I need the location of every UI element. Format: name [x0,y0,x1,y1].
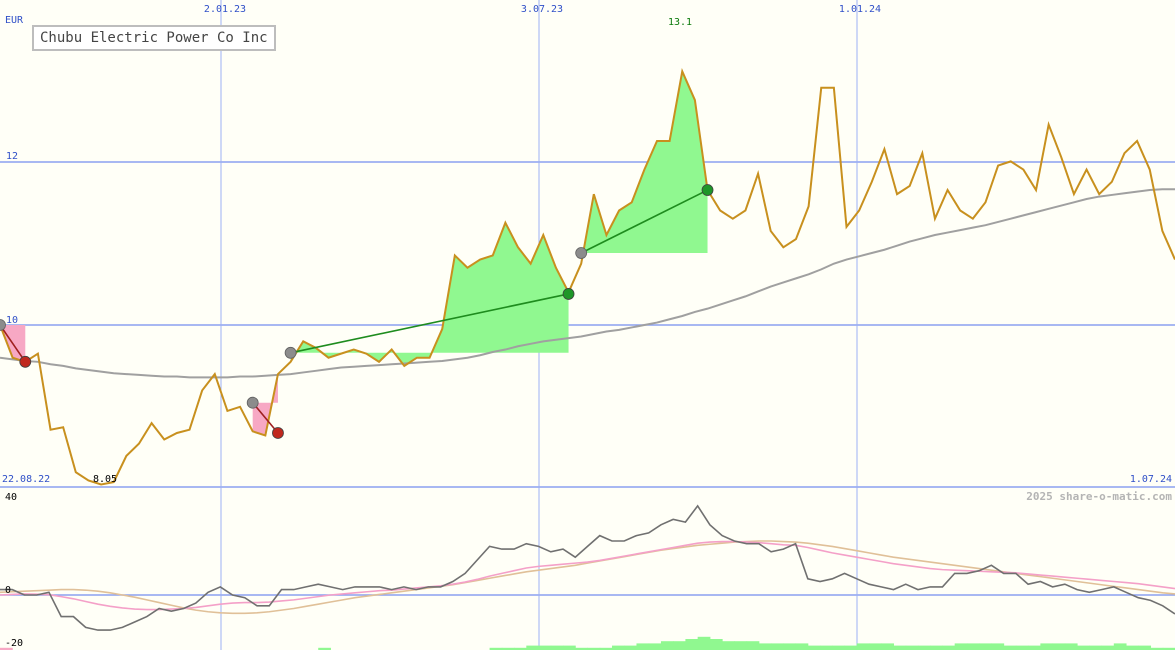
indicator-bar [746,641,760,650]
indicator-bar [709,639,723,650]
price-chart: EUR 2.01.23 3.07.23 1.01.24 13.1 12 10 2… [0,0,1175,650]
trade-zones [0,71,708,436]
indicator-bar [1126,645,1139,650]
indicator-series-line [0,504,1175,631]
indicator-bar [979,643,992,650]
unit-label: EUR [5,15,24,26]
indicator-bar [991,643,1005,650]
indicator-bar [1077,645,1090,650]
indicator-bar [673,641,686,650]
indicator-bar [905,645,919,650]
indicator-bar [538,645,552,650]
chart-stage: EUR 2.01.23 3.07.23 1.01.24 13.1 12 10 2… [0,0,1175,650]
indicator-bar [685,639,699,650]
indicator-bar [550,645,564,650]
indicator-bar [1089,645,1103,650]
trade-exit-marker [701,184,714,196]
indicator-bar [648,643,662,650]
indicator-bar [917,645,931,650]
indicator-bar [856,643,870,650]
indicator-bar [820,645,833,650]
indicator-bar [697,636,711,650]
price-series-line [0,68,1175,486]
indicator-bar [1003,645,1017,650]
indicator-bar [893,645,907,650]
indicator-series-line [0,540,1175,615]
series-lines [0,68,1175,631]
trade-exit-marker [562,288,575,300]
indicator-bar [844,645,858,650]
indicator-bar [881,643,894,650]
indicator-bar [526,645,540,650]
grid-lines [0,0,1175,650]
trade-markers [0,184,714,439]
indicator-bar [1138,645,1152,650]
trade-entry-marker [284,346,297,359]
price-series-line [0,188,1175,379]
low-label: 8.05 [93,474,117,485]
indicator-series-line [0,540,1175,611]
indicator-bar [795,643,809,650]
indicator-bar [954,643,968,650]
x-tick-label: 3.07.23 [521,4,563,15]
indicator-bars [0,636,1175,650]
indicator-bar [611,645,625,650]
indicator-bar [660,641,674,650]
indicator-bar [1064,643,1078,650]
indicator-bar [722,641,735,650]
trade-exit-marker [272,427,284,439]
indicator-bar [563,645,576,650]
y-tick-label: 12 [6,151,18,162]
indicator-bar [624,645,637,650]
indicator-bar [771,643,784,650]
indicator-bar [832,645,846,650]
indicator-bar [1040,643,1054,650]
indicator-y-tick-label: 0 [5,585,11,596]
indicator-bar [734,641,748,650]
x-tick-label: 1.01.24 [839,4,881,15]
axis-labels: EUR 2.01.23 3.07.23 1.01.24 13.1 12 10 2… [2,4,1172,649]
indicator-bar [1052,643,1066,650]
indicator-bar [807,645,821,650]
indicator-bar [942,645,956,650]
watermark: 2025 share-o-matic.com [1026,490,1172,503]
end-date-label: 1.07.24 [1130,474,1172,485]
indicator-bar [966,643,980,650]
indicator-bar [1101,645,1115,650]
indicator-bar [1015,645,1029,650]
trade-entry-marker [246,396,259,409]
start-date-label: 22.08.22 [2,474,50,485]
indicator-bar [1113,643,1127,650]
indicator-y-tick-label: 40 [5,492,17,503]
indicator-bar [1028,645,1041,650]
x-tick-label: 2.01.23 [204,4,246,15]
y-tick-label: 10 [6,315,18,326]
indicator-bar [636,643,650,650]
high-label: 13.1 [668,17,692,28]
indicator-y-tick-label: -20 [5,638,23,649]
trade-entry-marker [575,247,588,259]
indicator-bar [930,645,943,650]
trade-exit-marker [19,355,32,368]
indicator-bar [783,643,797,650]
indicator-bar [869,643,882,650]
indicator-bar [758,643,772,650]
chart-title: Chubu Electric Power Co Inc [32,25,276,51]
